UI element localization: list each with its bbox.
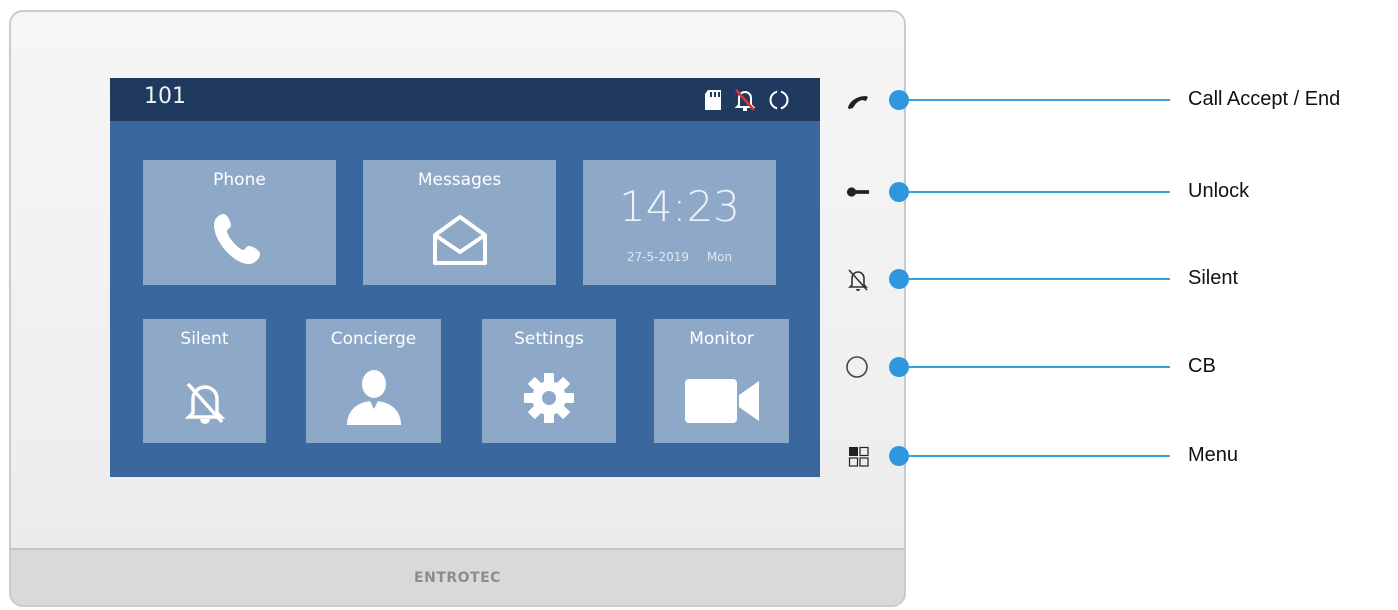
room-number: 101 [144,84,186,109]
callout-dot [889,357,909,377]
callout-dot [889,182,909,202]
tile-label: Messages [417,170,502,190]
callout-line [900,366,1170,368]
bell-muted-icon [143,381,266,425]
unlock-label: Unlock [1188,180,1250,202]
handset-icon[interactable] [846,90,870,114]
tile-label: Silent [180,329,229,349]
person-icon [306,367,441,425]
callout-dot [889,269,909,289]
clock-time: 14:23 [618,182,741,231]
menu-label: Menu [1188,444,1239,466]
tile-label: Phone [213,170,266,190]
callout-dot [889,90,909,110]
tile-label: Concierge [330,329,417,349]
callout-line [900,191,1170,193]
clock-day: Mon [706,250,733,264]
status-bar: 101 [110,78,820,121]
settings-tile[interactable]: Settings [482,319,616,443]
brand-logo: ENTROTEC [414,569,501,586]
video-camera-icon [654,377,789,425]
intercom-device: 101 Phone Messages 14:23 27-5-2019 Mon S… [9,10,906,607]
monitor-tile[interactable]: Monitor [654,319,789,443]
circle-icon[interactable] [845,355,869,379]
callout-dot [889,446,909,466]
silent-label: Silent [1188,267,1239,289]
callout-line [900,455,1170,457]
tile-label: Monitor [689,329,754,349]
silent-tile[interactable]: Silent [143,319,266,443]
cb-label: CB [1188,355,1216,377]
envelope-open-icon [363,213,556,267]
clock-date-line: 27-5-2019 Mon [583,250,776,264]
clock-tile: 14:23 27-5-2019 Mon [583,160,776,285]
phone-tile[interactable]: Phone [143,160,336,285]
grid-menu-icon[interactable] [847,445,871,469]
messages-tile[interactable]: Messages [363,160,556,285]
clock-date: 27-5-2019 [626,250,689,264]
phone-icon [143,211,336,267]
bell-muted-icon [734,88,756,116]
concierge-tile[interactable]: Concierge [306,319,441,443]
callout-line [900,99,1170,101]
bell-muted-icon[interactable] [846,268,870,292]
key-icon[interactable] [846,180,870,204]
tile-label: Settings [514,329,584,349]
circle-icon [768,89,790,115]
call-accept-end-label: Call Accept / End [1188,88,1341,110]
touch-screen: 101 Phone Messages 14:23 27-5-2019 Mon S… [110,78,820,477]
device-bottom-bar: ENTROTEC [11,548,904,605]
gear-icon [482,371,616,425]
status-icons [704,88,790,116]
callout-line [900,278,1170,280]
sd-card-icon [704,89,722,115]
